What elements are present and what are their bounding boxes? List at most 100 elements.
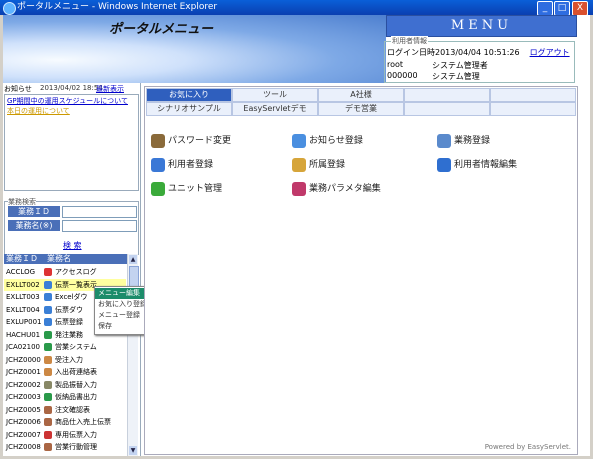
tab-empty bbox=[490, 102, 576, 116]
maximize-button[interactable]: □ bbox=[554, 1, 570, 16]
table-scrollbar[interactable]: ▲ ▼ bbox=[127, 254, 139, 456]
business-icon bbox=[44, 318, 52, 326]
row-name: 伝票ダウ bbox=[55, 305, 83, 314]
close-button[interactable]: X bbox=[572, 1, 588, 16]
tab-tools[interactable]: ツール bbox=[232, 88, 318, 102]
user-info-legend: 利用者情報 bbox=[391, 36, 428, 46]
table-row[interactable]: JCA02100 営業システム bbox=[4, 341, 126, 353]
search-button[interactable]: 検 索 bbox=[63, 240, 82, 251]
row-name: 発注業務 bbox=[55, 330, 83, 339]
row-name: 営業システム bbox=[55, 343, 97, 351]
table-row[interactable]: JCHZ0006 商品仕入売上伝票 bbox=[4, 416, 126, 428]
tab-company-a[interactable]: A社様 bbox=[318, 88, 404, 102]
key-icon bbox=[151, 134, 165, 148]
business-table: 業務ＩＤ 業務名 ACCLOG アクセスログ EXLLT002 伝票一覧表示 EXLLT… bbox=[4, 254, 139, 456]
group-row: 000000 システム管理 bbox=[387, 71, 480, 81]
title-bar: ポータルメニュー - Windows Internet Explorer _ □… bbox=[0, 0, 593, 16]
function-label: パスワード変更 bbox=[168, 136, 232, 146]
row-name: 受注入力 bbox=[55, 355, 83, 364]
notice-date: 2013/04/02 18:54 bbox=[40, 84, 103, 92]
scroll-up-icon[interactable]: ▲ bbox=[129, 255, 137, 264]
minimize-button[interactable]: _ bbox=[537, 1, 553, 16]
col-header-id: 業務ＩＤ bbox=[4, 254, 44, 264]
row-id: EXLLT004 bbox=[6, 305, 40, 314]
id-input[interactable] bbox=[62, 206, 137, 218]
tab-empty bbox=[404, 88, 490, 102]
business-icon bbox=[44, 368, 52, 376]
unit-icon bbox=[151, 182, 165, 196]
business-icon bbox=[44, 330, 52, 339]
function-label: 利用者情報編集 bbox=[454, 160, 518, 170]
row-id: JCHZ0006 bbox=[6, 418, 41, 426]
row-name: 製品振替入力 bbox=[55, 380, 97, 389]
info-icon bbox=[437, 158, 451, 172]
notice-item[interactable]: 本日の運用について bbox=[7, 106, 70, 116]
tab-empty bbox=[490, 88, 576, 102]
id-label: 業務ＩＤ bbox=[8, 206, 60, 217]
row-id: JCHZ0000 bbox=[6, 355, 41, 364]
edit-icon bbox=[437, 134, 451, 148]
tab-demo-sales[interactable]: デモ営業 bbox=[318, 102, 404, 116]
user-info-panel: 利用者情報 ログイン日時2013/04/04 10:51:26 ログアウト roo… bbox=[384, 36, 575, 83]
latest-link[interactable]: 最新表示 bbox=[96, 84, 124, 94]
tab-scenario-sample[interactable]: シナリオサンプル bbox=[146, 102, 232, 116]
function-label: お知らせ登録 bbox=[309, 136, 363, 146]
row-id: JCHZ0003 bbox=[6, 393, 41, 401]
menu-header: MENU bbox=[386, 15, 577, 37]
row-name: Excelダウ bbox=[55, 293, 88, 301]
row-id: HACHU01 bbox=[6, 330, 41, 339]
banner: ポータルメニュー bbox=[3, 15, 386, 83]
table-row[interactable]: JCHZ0005 注文確認表 bbox=[4, 404, 126, 416]
table-row[interactable]: JCHZ0003 仮納品書出力 bbox=[4, 391, 126, 403]
name-input[interactable] bbox=[62, 220, 137, 232]
business-icon bbox=[44, 293, 52, 301]
parameter-icon bbox=[292, 182, 306, 196]
row-name: 伝票登録 bbox=[55, 318, 83, 326]
group-icon bbox=[292, 158, 306, 172]
logout-link[interactable]: ログアウト bbox=[530, 48, 570, 57]
user-id: root bbox=[387, 60, 404, 69]
business-icon bbox=[44, 305, 52, 314]
user-role: システム管理者 bbox=[432, 61, 488, 70]
table-row[interactable]: JCHZ0007 専用伝票入力 bbox=[4, 429, 126, 441]
function-label: ユニット管理 bbox=[168, 184, 223, 194]
table-row[interactable]: JCHZ0001 入出荷連絡表 bbox=[4, 366, 126, 378]
row-id: JCA02100 bbox=[6, 343, 41, 351]
row-name: 注文確認表 bbox=[55, 405, 90, 414]
row-id: ACCLOG bbox=[6, 268, 36, 276]
tab-empty bbox=[404, 102, 490, 116]
notice-header: お知らせ 2013/04/02 18:54 最新表示 bbox=[4, 84, 140, 94]
table-row[interactable]: ACCLOG アクセスログ bbox=[4, 266, 126, 278]
page-title: ポータルメニュー bbox=[109, 22, 214, 37]
function-label: 業務パラメタ編集 bbox=[309, 184, 381, 194]
business-icon bbox=[44, 280, 52, 289]
main-panel: お気に入り ツール A社様 シナリオサンプル EasyServletデモ デモ営… bbox=[144, 86, 578, 455]
tab-favorites[interactable]: お気に入り bbox=[146, 88, 232, 102]
business-icon bbox=[44, 268, 52, 276]
business-icon bbox=[44, 343, 52, 351]
user-icon bbox=[151, 158, 165, 172]
row-name: 入出荷連絡表 bbox=[55, 368, 97, 376]
page-content: ポータルメニュー MENU 利用者情報 ログイン日時2013/04/04 10:… bbox=[3, 15, 590, 456]
row-name: アクセスログ bbox=[55, 268, 97, 276]
row-id: EXLLT003 bbox=[6, 293, 40, 301]
function-label: 利用者登録 bbox=[168, 160, 214, 170]
col-header-name: 業務名 bbox=[44, 254, 127, 264]
function-label: 業務登録 bbox=[454, 136, 491, 146]
notice-list: GP期間中の運用スケジュールについて 本日の運用について bbox=[4, 94, 139, 191]
table-row[interactable]: JCHZ0000 受注入力 bbox=[4, 354, 126, 366]
login-time: 2013/04/04 10:51:26 bbox=[435, 48, 520, 57]
business-search: 業務検索 業務ＩＤ 業務名(※) 検 索 bbox=[4, 197, 139, 255]
group-name: システム管理 bbox=[432, 72, 480, 81]
tab-easyservlet-demo[interactable]: EasyServletデモ bbox=[232, 102, 318, 116]
table-row[interactable]: JCHZ0002 製品振替入力 bbox=[4, 379, 126, 391]
row-name: 商品仕入売上伝票 bbox=[55, 418, 111, 426]
scroll-down-icon[interactable]: ▼ bbox=[129, 446, 137, 455]
notice-item[interactable]: GP期間中の運用スケジュールについて bbox=[7, 96, 128, 106]
row-id: JCHZ0008 bbox=[6, 443, 41, 451]
row-id: JCHZ0002 bbox=[6, 380, 41, 389]
table-row[interactable]: JCHZ0008 営業行動管理 bbox=[4, 441, 126, 453]
business-icon bbox=[44, 393, 52, 401]
row-id: JCHZ0007 bbox=[6, 430, 41, 439]
row-name: 伝票一覧表示 bbox=[55, 280, 97, 289]
